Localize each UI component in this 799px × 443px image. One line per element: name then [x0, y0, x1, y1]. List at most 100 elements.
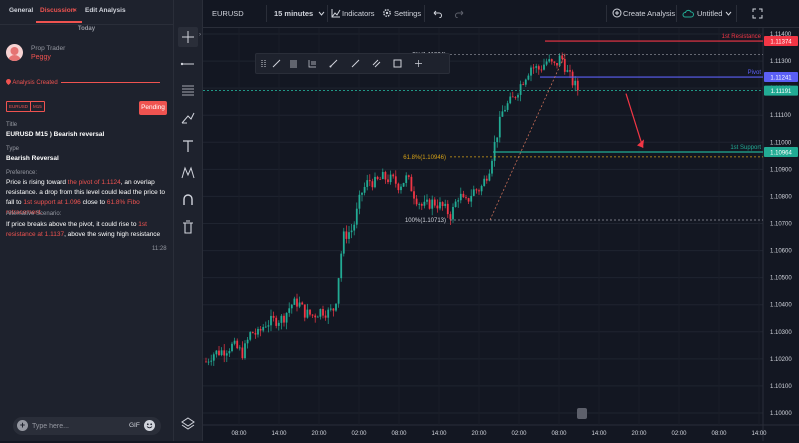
tab-general[interactable]: General: [9, 7, 33, 14]
candle-body[interactable]: [275, 317, 278, 326]
candle-body[interactable]: [415, 198, 418, 205]
candle-body[interactable]: [379, 178, 382, 180]
candle-body[interactable]: [228, 351, 231, 354]
candle-body[interactable]: [329, 308, 332, 310]
candle-body[interactable]: [410, 176, 413, 192]
candle-body[interactable]: [527, 75, 530, 80]
tab-discussion[interactable]: Discussion: [40, 7, 75, 14]
candle-body[interactable]: [420, 204, 423, 206]
candle-body[interactable]: [553, 61, 556, 63]
candle-body[interactable]: [220, 350, 223, 356]
candle-body[interactable]: [296, 298, 298, 307]
candle-body[interactable]: [272, 315, 275, 318]
pending-badge[interactable]: Pending: [139, 101, 167, 115]
candle-body[interactable]: [353, 224, 356, 231]
magnet-tool-button[interactable]: [178, 190, 198, 210]
tab-edit-analysis[interactable]: Edit Analysis: [85, 7, 126, 14]
candle-body[interactable]: [504, 109, 506, 112]
candle-body[interactable]: [337, 278, 340, 304]
candle-body[interactable]: [550, 59, 553, 62]
candle-body[interactable]: [439, 202, 441, 209]
candle-body[interactable]: [569, 70, 571, 72]
candle-body[interactable]: [472, 189, 475, 196]
fib-levels-icon[interactable]: [289, 59, 298, 68]
rectangle-icon[interactable]: [393, 59, 402, 68]
candle-body[interactable]: [449, 214, 452, 220]
candle-body[interactable]: [457, 200, 460, 202]
add-attachment-button[interactable]: +: [17, 420, 28, 431]
crosshair-small-icon[interactable]: [414, 59, 423, 68]
author-name[interactable]: Peggy: [31, 54, 51, 61]
candle-body[interactable]: [532, 67, 535, 69]
candle-body[interactable]: [436, 205, 439, 209]
candle-body[interactable]: [441, 202, 444, 207]
candle-body[interactable]: [381, 172, 384, 180]
candle-body[interactable]: [480, 186, 483, 192]
candle-body[interactable]: [366, 180, 369, 187]
candle-body[interactable]: [283, 315, 285, 323]
create-analysis-button[interactable]: Create Analysis: [623, 9, 675, 18]
candle-body[interactable]: [452, 207, 454, 220]
candle-body[interactable]: [491, 160, 493, 174]
candle-body[interactable]: [309, 309, 311, 315]
delete-tool-button[interactable]: [178, 217, 198, 237]
candle-body[interactable]: [459, 193, 462, 201]
candle-body[interactable]: [407, 175, 410, 177]
candle-body[interactable]: [413, 191, 415, 199]
price-chart[interactable]: 1.114001.113001.112001.111001.110001.109…: [203, 28, 799, 441]
candle-body[interactable]: [556, 62, 558, 66]
candle-body[interactable]: [465, 197, 467, 199]
expand-toolbar-icon[interactable]: ›: [199, 32, 201, 38]
candle-body[interactable]: [524, 79, 527, 85]
candle-body[interactable]: [454, 201, 457, 208]
candle-body[interactable]: [335, 303, 337, 311]
candle-body[interactable]: [397, 183, 400, 191]
candle-body[interactable]: [376, 176, 379, 179]
candle-body[interactable]: [368, 180, 371, 182]
candle-body[interactable]: [277, 322, 280, 326]
symbol-selector[interactable]: EURUSD: [212, 9, 244, 18]
pattern-tool-button[interactable]: [178, 163, 198, 183]
fullscreen-icon[interactable]: [752, 8, 763, 19]
candle-body[interactable]: [566, 70, 569, 72]
candle-body[interactable]: [519, 84, 522, 95]
candle-body[interactable]: [545, 61, 548, 65]
candle-body[interactable]: [418, 204, 421, 205]
candle-body[interactable]: [485, 178, 488, 181]
candle-body[interactable]: [244, 343, 246, 359]
candle-body[interactable]: [431, 199, 434, 209]
line-tool-button[interactable]: [178, 54, 198, 74]
candle-body[interactable]: [332, 308, 335, 311]
candle-body[interactable]: [350, 230, 353, 233]
candle-body[interactable]: [387, 179, 389, 183]
candle-body[interactable]: [340, 253, 343, 279]
candle-body[interactable]: [262, 327, 265, 331]
trendline-icon[interactable]: [329, 59, 338, 68]
candle-body[interactable]: [361, 192, 363, 195]
candle-body[interactable]: [285, 312, 288, 323]
tab-close-icon[interactable]: ×: [73, 7, 77, 14]
candle-body[interactable]: [254, 333, 257, 335]
candle-body[interactable]: [394, 176, 397, 184]
candle-body[interactable]: [280, 315, 283, 323]
candle-body[interactable]: [225, 353, 228, 356]
candle-body[interactable]: [236, 340, 239, 349]
candle-body[interactable]: [428, 199, 431, 209]
candle-body[interactable]: [498, 116, 501, 138]
redo-icon[interactable]: [455, 9, 465, 18]
candle-body[interactable]: [517, 94, 519, 98]
fib-tool-button[interactable]: [178, 81, 198, 101]
candle-body[interactable]: [303, 304, 306, 318]
candle-body[interactable]: [501, 111, 504, 117]
candle-body[interactable]: [540, 69, 543, 71]
candle-body[interactable]: [301, 302, 304, 305]
candle-body[interactable]: [514, 96, 517, 98]
candle-body[interactable]: [293, 298, 296, 305]
candle-body[interactable]: [389, 174, 392, 183]
candle-body[interactable]: [488, 173, 491, 181]
candle-body[interactable]: [231, 343, 233, 352]
candle-body[interactable]: [314, 315, 317, 318]
candle-body[interactable]: [306, 309, 309, 318]
candle-body[interactable]: [576, 80, 579, 91]
candle-body[interactable]: [506, 103, 509, 110]
